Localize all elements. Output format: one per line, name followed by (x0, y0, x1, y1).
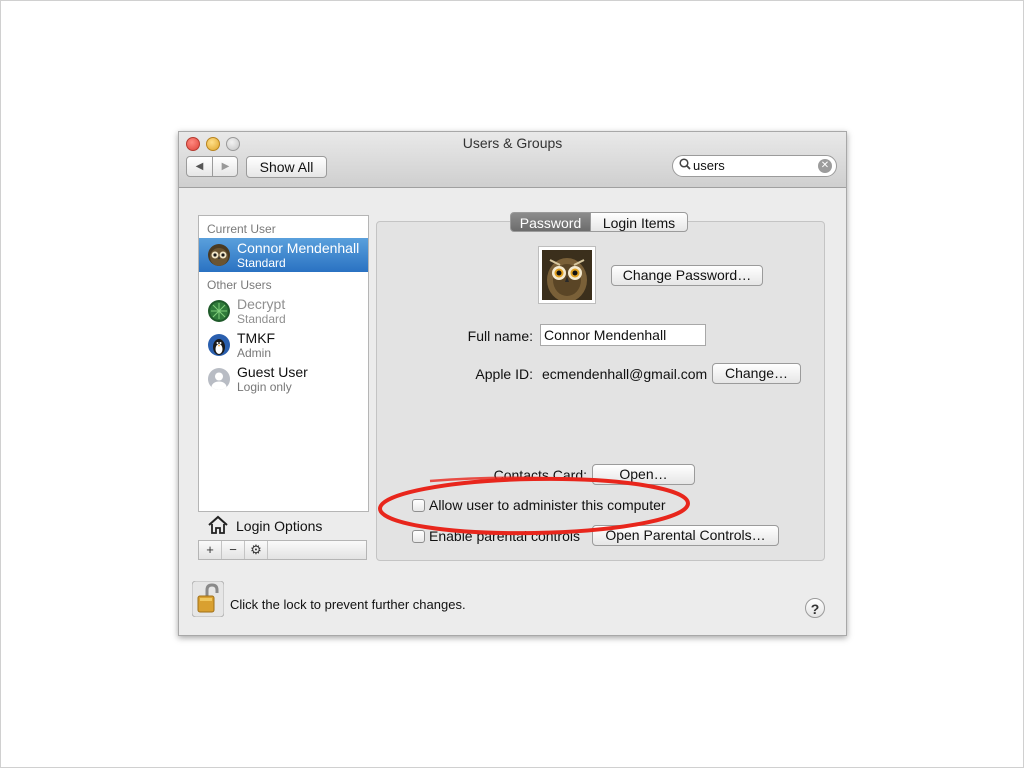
user-role: Standard (237, 256, 286, 270)
search-input[interactable]: users (693, 158, 725, 173)
user-name: TMKF (237, 330, 276, 346)
tab-password[interactable]: Password (510, 212, 591, 232)
window-title: Users & Groups (462, 135, 563, 151)
user-row-decrypt[interactable]: Decrypt Standard (199, 294, 368, 328)
full-name-label: Full name: (467, 328, 533, 344)
full-name-field[interactable]: Connor Mendenhall (540, 324, 706, 346)
user-name: Connor Mendenhall (237, 240, 360, 256)
contacts-card-label: Contacts Card: (493, 467, 587, 483)
apple-id-label: Apple ID: (475, 366, 533, 382)
titlebar: Users & Groups ◀ ▶ Show All users ✕ (179, 132, 846, 188)
user-row-tmkf[interactable]: TMKF Admin (199, 328, 368, 362)
user-row-guest-user[interactable]: Guest User Login only (199, 362, 368, 396)
change-password-button[interactable]: Change Password… (611, 265, 763, 286)
allow-admin-label[interactable]: Allow user to administer this computer (429, 497, 666, 513)
user-role: Standard (237, 312, 286, 326)
help-button[interactable]: ? (805, 598, 825, 618)
search-field[interactable]: users ✕ (672, 155, 837, 177)
owl-avatar-icon (208, 244, 230, 266)
apple-id-value: ecmendenhall@gmail.com (542, 366, 708, 382)
users-groups-window: Users & Groups ◀ ▶ Show All users ✕ Curr… (178, 131, 847, 636)
remove-user-button[interactable]: − (222, 541, 245, 559)
unlocked-padlock-icon[interactable] (191, 580, 225, 618)
show-all-button[interactable]: Show All (246, 156, 327, 178)
house-icon (207, 514, 229, 536)
open-parental-controls-button[interactable]: Open Parental Controls… (592, 525, 779, 546)
open-contacts-card-button[interactable]: Open… (592, 464, 695, 485)
magnifier-icon (679, 158, 691, 173)
login-options-item[interactable]: Login Options (199, 512, 368, 540)
gear-icon[interactable]: ⚙ (245, 541, 268, 559)
clear-icon[interactable]: ✕ (818, 159, 832, 173)
allow-admin-checkbox[interactable] (412, 499, 425, 512)
forward-arrow-icon[interactable]: ▶ (213, 157, 238, 176)
user-picture-owl[interactable] (538, 246, 596, 304)
other-users-header: Other Users (207, 278, 272, 292)
generic-user-avatar-icon (208, 368, 230, 390)
user-row-connor-mendenhall[interactable]: Connor Mendenhall Standard (199, 238, 368, 272)
leaf-avatar-icon (208, 300, 230, 322)
parental-controls-checkbox[interactable] (412, 530, 425, 543)
back-forward-control: ◀ ▶ (186, 156, 238, 177)
change-apple-id-button[interactable]: Change… (712, 363, 801, 384)
add-user-button[interactable]: + (199, 541, 222, 559)
parental-controls-label[interactable]: Enable parental controls (429, 528, 580, 544)
user-role: Login only (237, 380, 292, 394)
back-arrow-icon[interactable]: ◀ (187, 157, 213, 176)
penguin-avatar-icon (208, 334, 230, 356)
user-name: Decrypt (237, 296, 286, 312)
user-name: Guest User (237, 364, 308, 380)
user-role: Admin (237, 346, 272, 360)
sidebar-toolbar: + − ⚙ (198, 540, 367, 560)
login-options-label: Login Options (236, 518, 323, 534)
lock-message: Click the lock to prevent further change… (230, 597, 466, 612)
current-user-header: Current User (207, 222, 276, 236)
users-list: Current User Connor Mendenhall Standard … (198, 215, 369, 534)
tab-login-items[interactable]: Login Items (590, 212, 688, 232)
